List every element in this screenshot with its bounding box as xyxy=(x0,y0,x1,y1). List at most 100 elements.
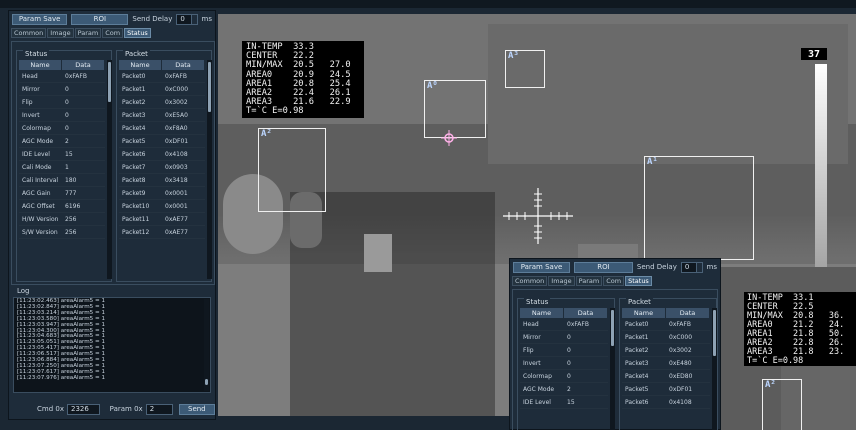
table-row[interactable]: Mirror 0 xyxy=(19,83,105,96)
table-row[interactable]: Packet10 0x0001 xyxy=(119,200,205,213)
tab-com[interactable]: Com xyxy=(102,28,124,38)
param-save-button[interactable]: Param Save xyxy=(12,13,68,25)
column-header-name[interactable]: Name xyxy=(622,308,666,318)
table-row[interactable]: Cali Interval 180 xyxy=(19,174,105,187)
column-header-data[interactable]: Data xyxy=(62,60,105,70)
table-row[interactable]: Flip 0 xyxy=(19,96,105,109)
table-row[interactable]: Packet0 0xFAFB xyxy=(119,70,205,83)
table-row[interactable]: Head 0xFAFB xyxy=(19,70,105,83)
table-row[interactable]: AGC Offset 6196 xyxy=(19,200,105,213)
log-scrollbar[interactable] xyxy=(204,299,209,391)
table-row[interactable]: Packet1 0xC000 xyxy=(119,83,205,96)
cmd-input[interactable]: 2326 xyxy=(66,403,100,415)
table-row[interactable]: Packet3 0xE480 xyxy=(622,357,710,370)
second-packet-scrollbar[interactable] xyxy=(712,308,717,430)
table-row[interactable]: Packet0 0xFAFB xyxy=(622,318,710,331)
table-row[interactable]: Packet11 0xAE77 xyxy=(119,213,205,226)
log-output[interactable]: [11:23:02.463] areaAlarm5 = 1 [11:23:02.8… xyxy=(13,297,211,393)
roi-box-a1[interactable] xyxy=(644,156,754,260)
second-param-save-button[interactable]: Param Save xyxy=(513,261,570,273)
table-row[interactable]: Packet5 0xDF01 xyxy=(119,135,205,148)
table-row[interactable]: S/W Version 256 xyxy=(19,226,105,239)
table-row[interactable]: AGC Mode 2 xyxy=(19,135,105,148)
row-data-cell: 0xC000 xyxy=(669,333,693,341)
table-row[interactable]: Packet2 0x3002 xyxy=(119,96,205,109)
row-data-cell: 1 xyxy=(65,163,69,171)
table-row[interactable]: Packet4 0xED80 xyxy=(622,370,710,383)
row-name-cell: Colormap xyxy=(22,124,51,132)
row-name-cell: Cali Interval xyxy=(22,176,59,184)
column-header-data[interactable]: Data xyxy=(162,60,205,70)
row-data-cell: 180 xyxy=(65,176,77,184)
table-row[interactable]: Packet6 0x4108 xyxy=(119,148,205,161)
column-header-data[interactable]: Data xyxy=(666,308,710,318)
row-name-cell: Packet7 xyxy=(122,163,146,171)
status-table-header: Name Data xyxy=(19,60,105,70)
table-row[interactable]: Flip 0 xyxy=(520,344,608,357)
log-scrollbar-thumb[interactable] xyxy=(205,379,208,385)
roi-box-a2[interactable] xyxy=(258,128,326,212)
table-row[interactable]: Packet3 0xE5A0 xyxy=(119,109,205,122)
table-row[interactable]: Packet12 0xAE77 xyxy=(119,226,205,239)
table-row[interactable]: Packet7 0x0903 xyxy=(119,161,205,174)
table-row[interactable]: IDE Level 15 xyxy=(19,148,105,161)
column-header-name[interactable]: Name xyxy=(520,308,564,318)
second-tab-param[interactable]: Param xyxy=(575,276,603,286)
tab-common[interactable]: Common xyxy=(11,28,47,38)
row-name-cell: Packet5 xyxy=(122,137,146,145)
row-data-cell: 256 xyxy=(65,215,77,223)
roi-label-a0: A⁰ xyxy=(427,81,438,91)
tab-image[interactable]: Image xyxy=(47,28,74,38)
row-name-cell: AGC Mode xyxy=(523,385,555,393)
table-row[interactable]: Packet4 0xF8A0 xyxy=(119,122,205,135)
table-row[interactable]: AGC Gain 777 xyxy=(19,187,105,200)
tab-status[interactable]: Status xyxy=(124,28,151,38)
tab-param[interactable]: Param xyxy=(74,28,102,38)
table-row[interactable]: H/W Version 256 xyxy=(19,213,105,226)
second-tab-common[interactable]: Common xyxy=(512,276,548,286)
table-row[interactable]: Packet9 0x0001 xyxy=(119,187,205,200)
column-header-name[interactable]: Name xyxy=(19,60,62,70)
table-row[interactable]: Packet2 0x3002 xyxy=(622,344,710,357)
second-status-scrollbar-thumb[interactable] xyxy=(611,310,614,346)
table-row[interactable]: Packet8 0x3418 xyxy=(119,174,205,187)
param-input[interactable]: 2 xyxy=(145,403,173,415)
roi-label-a3: A³ xyxy=(508,51,519,61)
second-status-scrollbar[interactable] xyxy=(610,308,615,430)
status-scrollbar-thumb[interactable] xyxy=(108,62,111,102)
send-delay-spinbox[interactable]: 0 xyxy=(176,13,198,25)
second-tab-image[interactable]: Image xyxy=(548,276,575,286)
row-name-cell: IDE Level xyxy=(523,398,551,406)
row-data-cell: 0 xyxy=(567,359,571,367)
table-row[interactable]: Invert 0 xyxy=(520,357,608,370)
second-send-delay-spinbox[interactable]: 0 xyxy=(680,261,703,273)
column-header-name[interactable]: Name xyxy=(119,60,162,70)
roi-button[interactable]: ROI xyxy=(71,13,129,25)
row-data-cell: 0 xyxy=(567,372,571,380)
second-tab-status[interactable]: Status xyxy=(625,276,652,286)
table-row[interactable]: Cali Mode 1 xyxy=(19,161,105,174)
table-row[interactable]: Packet1 0xC000 xyxy=(622,331,710,344)
row-data-cell: 0 xyxy=(65,98,69,106)
table-row[interactable]: Packet6 0x4108 xyxy=(622,396,710,409)
second-tab-com[interactable]: Com xyxy=(603,276,625,286)
table-row[interactable]: Head 0xFAFB xyxy=(520,318,608,331)
table-row[interactable]: Colormap 0 xyxy=(520,370,608,383)
packet-scrollbar-thumb[interactable] xyxy=(208,62,211,112)
table-row[interactable]: IDE Level 15 xyxy=(520,396,608,409)
packet-scrollbar[interactable] xyxy=(207,60,212,279)
second-thermal-image-viewport[interactable]: IN-TEMP 33.1 CENTER 22.5 MIN/MAX 20.8 36. A… xyxy=(721,267,856,430)
center-crosshair-icon xyxy=(503,188,573,244)
second-roi-button[interactable]: ROI xyxy=(573,261,633,273)
table-row[interactable]: AGC Mode 2 xyxy=(520,383,608,396)
table-row[interactable]: Mirror 0 xyxy=(520,331,608,344)
table-row[interactable]: Packet5 0xDF01 xyxy=(622,383,710,396)
send-button[interactable]: Send xyxy=(178,403,215,415)
table-row[interactable]: Colormap 0 xyxy=(19,122,105,135)
log-title: Log xyxy=(17,287,30,295)
second-packet-scrollbar-thumb[interactable] xyxy=(713,310,716,356)
status-scrollbar[interactable] xyxy=(107,60,112,279)
column-header-data[interactable]: Data xyxy=(564,308,608,318)
table-row[interactable]: Invert 0 xyxy=(19,109,105,122)
row-name-cell: AGC Mode xyxy=(22,137,54,145)
